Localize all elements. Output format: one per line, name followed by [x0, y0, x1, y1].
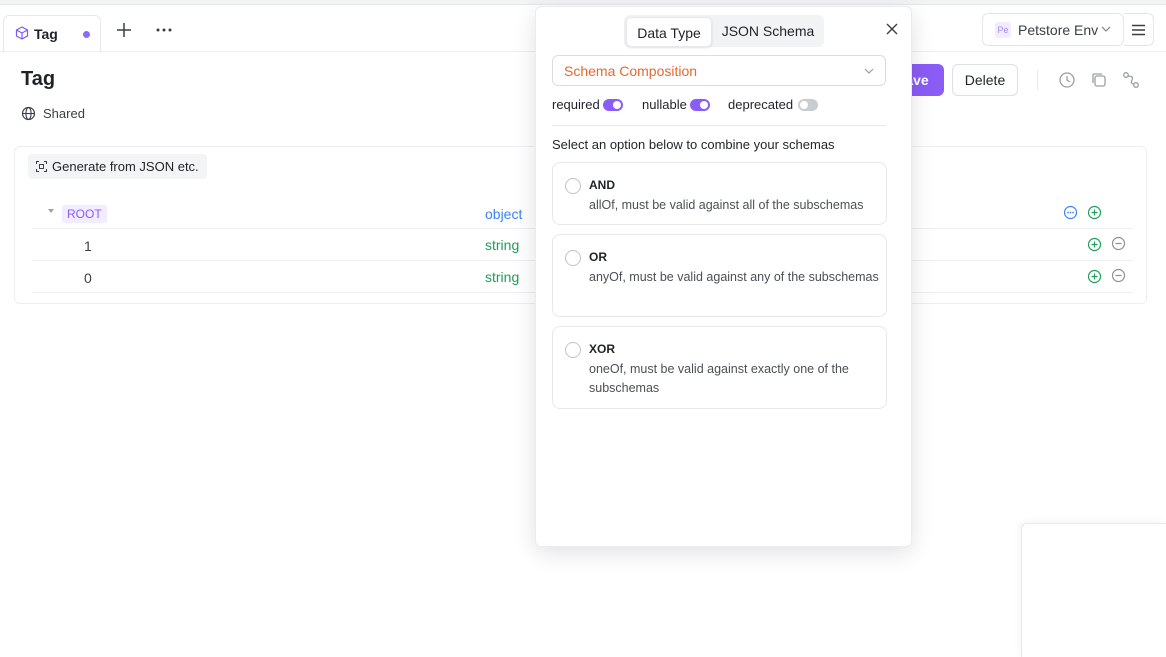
shared-label: Shared — [43, 106, 85, 121]
schema-flags: required nullable deprecated — [552, 97, 852, 113]
delete-button[interactable]: Delete — [952, 64, 1018, 96]
generate-label: Generate from JSON etc. — [52, 159, 199, 174]
data-type-popover: Data Type JSON Schema Schema Composition… — [535, 6, 912, 547]
tab-data-type[interactable]: Data Type — [626, 17, 712, 47]
field-type[interactable]: object — [485, 206, 522, 222]
option-title: OR — [589, 250, 607, 264]
field-name[interactable]: 1 — [84, 238, 92, 254]
close-icon[interactable] — [885, 22, 899, 36]
root-badge: ROOT — [62, 205, 107, 223]
copy-icon[interactable] — [1090, 71, 1108, 89]
add-circle-icon[interactable] — [1087, 237, 1102, 252]
generate-from-json-button[interactable]: Generate from JSON etc. — [28, 154, 207, 179]
field-type[interactable]: string — [485, 237, 519, 253]
field-name[interactable]: 0 — [84, 270, 92, 286]
link-icon[interactable] — [1122, 71, 1140, 89]
required-toggle[interactable] — [603, 99, 623, 111]
radio-or[interactable] — [565, 250, 581, 266]
required-label: required — [552, 97, 600, 112]
tab-json-schema[interactable]: JSON Schema — [712, 15, 824, 47]
popover-divider — [552, 125, 886, 126]
menu-button[interactable] — [1124, 13, 1154, 46]
nullable-label: nullable — [642, 97, 687, 112]
composition-hint: Select an option below to combine your s… — [552, 137, 835, 152]
globe-icon — [21, 106, 36, 121]
radio-and[interactable] — [565, 178, 581, 194]
radio-xor[interactable] — [565, 342, 581, 358]
environment-label: Petstore Env — [1018, 22, 1099, 38]
collapse-caret-icon[interactable] — [48, 209, 54, 213]
add-circle-icon[interactable] — [1087, 269, 1102, 284]
option-or[interactable]: OR anyOf, must be valid against any of t… — [552, 234, 887, 317]
option-and[interactable]: AND allOf, must be valid against all of … — [552, 162, 887, 225]
header-divider — [1037, 70, 1038, 90]
field-type[interactable]: string — [485, 269, 519, 285]
deprecated-label: deprecated — [728, 97, 794, 112]
type-select-value: Schema Composition — [564, 63, 698, 79]
option-description: anyOf, must be valid against any of the … — [589, 270, 879, 284]
environment-select[interactable]: Pe Petstore Env — [982, 13, 1124, 46]
popover-tabs: Data Type JSON Schema — [624, 15, 824, 47]
floating-panel — [1021, 523, 1166, 657]
unsaved-dot — [83, 31, 90, 38]
tab-label: Tag — [34, 26, 58, 42]
more-horizontal-icon[interactable] — [154, 20, 174, 40]
option-description: oneOf, must be valid against exactly one… — [589, 362, 849, 395]
remove-circle-icon[interactable] — [1111, 268, 1126, 283]
page-title: Tag — [21, 68, 56, 90]
option-title: AND — [589, 178, 615, 192]
remove-circle-icon[interactable] — [1111, 236, 1126, 251]
chevron-down-icon — [864, 68, 874, 74]
nullable-toggle[interactable] — [690, 99, 710, 111]
history-icon[interactable] — [1058, 71, 1076, 89]
type-select[interactable]: Schema Composition — [552, 55, 886, 86]
tab-tag[interactable]: Tag — [3, 15, 101, 51]
scan-icon — [36, 161, 47, 172]
plus-icon[interactable] — [114, 20, 134, 40]
more-circle-icon[interactable] — [1063, 205, 1078, 220]
option-xor[interactable]: XOR oneOf, must be valid against exactly… — [552, 326, 887, 409]
environment-badge: Pe — [995, 22, 1011, 38]
hamburger-icon — [1132, 24, 1145, 36]
deprecated-toggle[interactable] — [798, 99, 818, 111]
chevron-down-icon — [1101, 26, 1111, 32]
option-description: allOf, must be valid against all of the … — [589, 198, 864, 212]
option-title: XOR — [589, 342, 616, 356]
add-circle-icon[interactable] — [1087, 205, 1102, 220]
cube-icon — [15, 26, 29, 40]
